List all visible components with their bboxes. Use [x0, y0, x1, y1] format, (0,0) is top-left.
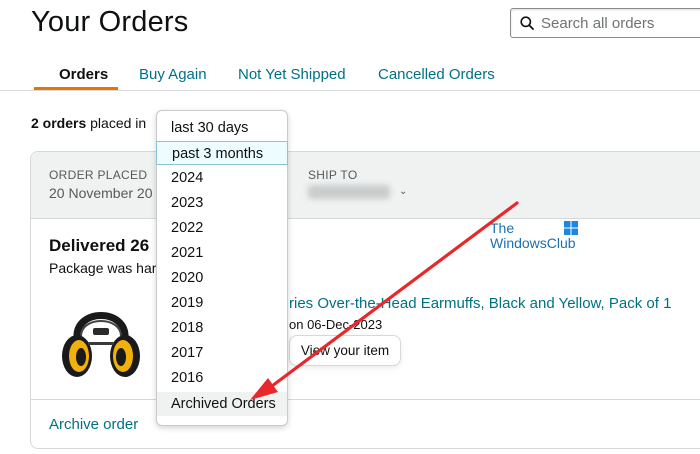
windows-logo-icon: [564, 221, 578, 235]
search-box[interactable]: [510, 8, 700, 38]
ship-to-label: SHIP TO: [308, 168, 358, 182]
order-tabs: Orders Buy Again Not Yet Shipped Cancell…: [0, 58, 700, 91]
order-period-dropdown: last 30 days past 3 months 2024 2023 202…: [156, 110, 288, 426]
page-title: Your Orders: [31, 6, 189, 38]
order-card: ORDER PLACED 20 November 20 SHIP TO ⌄ De…: [30, 151, 700, 449]
orders-count: 2 orders: [31, 115, 87, 131]
tab-cancelled-orders[interactable]: Cancelled Orders: [378, 66, 495, 83]
product-title-link[interactable]: ries Over-the-Head Earmuffs, Black and Y…: [289, 295, 671, 312]
dropdown-option-2021[interactable]: 2021: [157, 241, 287, 265]
order-placed-value: 20 November 20: [49, 185, 153, 201]
package-status: Package was har: [49, 260, 157, 276]
dropdown-option-2019[interactable]: 2019: [157, 291, 287, 315]
search-icon: [520, 16, 534, 30]
dropdown-option-2023[interactable]: 2023: [157, 191, 287, 215]
return-window-text: on 06-Dec-2023: [289, 317, 383, 332]
dropdown-option-2020[interactable]: 2020: [157, 266, 287, 290]
dropdown-option-2018[interactable]: 2018: [157, 316, 287, 340]
ship-to-name-redacted[interactable]: [308, 185, 390, 199]
tab-not-yet-shipped[interactable]: Not Yet Shipped: [238, 66, 346, 83]
dropdown-option-past-3-months[interactable]: past 3 months: [156, 141, 288, 165]
search-input[interactable]: [541, 9, 700, 37]
watermark-line-2: WindowsClub: [490, 235, 576, 251]
tab-orders[interactable]: Orders: [59, 66, 108, 83]
dropdown-option-2022[interactable]: 2022: [157, 216, 287, 240]
orders-count-suffix: placed in: [90, 115, 147, 131]
watermark: The WindowsClub: [490, 220, 590, 256]
chevron-down-icon[interactable]: ⌄: [399, 186, 407, 197]
order-placed-label: ORDER PLACED: [49, 168, 148, 182]
dropdown-option-archived-orders[interactable]: Archived Orders: [157, 392, 287, 416]
dropdown-option-2024[interactable]: 2024: [157, 166, 287, 190]
view-your-item-button[interactable]: View your item: [289, 335, 401, 366]
delivery-status: Delivered 26: [49, 236, 150, 255]
orders-count-line: 2 orders placed in: [31, 115, 146, 131]
product-image[interactable]: [55, 294, 147, 386]
active-tab-indicator: [34, 87, 118, 90]
order-header: ORDER PLACED 20 November 20 SHIP TO ⌄: [31, 152, 700, 219]
tab-buy-again[interactable]: Buy Again: [139, 66, 207, 83]
dropdown-option-2016[interactable]: 2016: [157, 366, 287, 390]
dropdown-option-2017[interactable]: 2017: [157, 341, 287, 365]
card-divider: [31, 399, 700, 400]
dropdown-option-last-30-days[interactable]: last 30 days: [157, 116, 287, 140]
watermark-line-1: The: [490, 220, 515, 236]
archive-order-link[interactable]: Archive order: [49, 416, 138, 433]
